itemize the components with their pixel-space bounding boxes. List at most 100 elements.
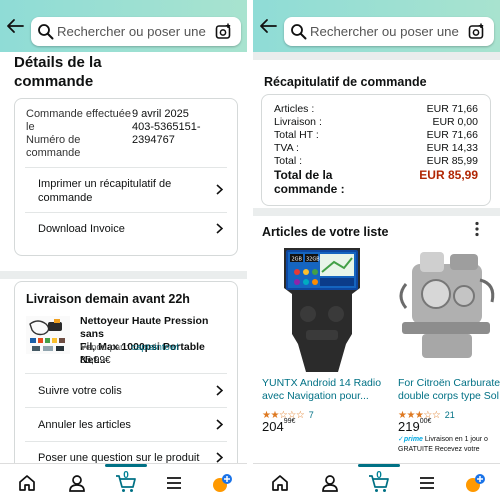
bottom-nav-bar: 0 [0, 463, 247, 500]
order-details-title-line2: commande [14, 73, 94, 90]
menu-icon [167, 477, 181, 489]
cart-count: 0 [123, 470, 129, 481]
summary-label: Total HT : [274, 129, 319, 141]
rufus-ai-icon [213, 474, 232, 492]
product-1-title[interactable]: YUNTX Android 14 Radio avec Navigation p… [262, 377, 382, 403]
product-2-price-whole: 219 [398, 419, 420, 434]
summary-row-shipping: Livraison : EUR 0,00 [274, 116, 478, 129]
summary-row-subtotal-ht: Total HT : EUR 71,66 [274, 129, 478, 142]
delivery-card: Livraison demain avant 22h Nettoyeur Hau… [14, 281, 238, 471]
product-title-line1: Nettoyeur Haute Pression sans [80, 315, 209, 340]
product-1-review-count[interactable]: 7 [309, 410, 314, 420]
product-1-title-line2: avec Navigation pour... [262, 390, 369, 402]
summary-value: EUR 0,00 [432, 116, 478, 128]
back-arrow-icon[interactable] [6, 18, 24, 34]
wishlist-title: Articles de votre liste [262, 225, 389, 239]
product-2-review-count[interactable]: 21 [445, 410, 455, 420]
search-icon [291, 24, 307, 40]
more-options-icon[interactable] [474, 221, 480, 237]
bottom-nav-bar: 0 [253, 463, 500, 500]
product-2-delivery-line2: GRATUITE Recevez votre [398, 446, 480, 453]
summary-label: TVA : [274, 142, 299, 154]
car-radio-product-image[interactable]: 2GB 32GB [278, 244, 366, 372]
cancel-items-button[interactable]: Annuler les articles [15, 408, 237, 441]
product-1-price-cents: 99€ [283, 418, 296, 425]
order-details-card: Commande effectuée le Numéro de commande… [14, 98, 238, 256]
delivery-title: Livraison demain avant 22h [26, 292, 190, 306]
order-summary-title: Récapitulatif de commande [264, 75, 427, 89]
nav-home[interactable] [269, 472, 291, 494]
order-details-title-line1: Détails de la [14, 54, 102, 71]
nav-rufus[interactable] [211, 472, 233, 494]
user-icon [322, 475, 338, 492]
nav-account[interactable] [319, 472, 341, 494]
search-bar[interactable]: Rechercher ou poser une... [31, 17, 241, 46]
product-2-price-cents: 00€ [419, 418, 432, 425]
active-tab-indicator [105, 464, 147, 467]
summary-value: EUR 71,66 [426, 103, 478, 115]
nav-menu[interactable] [163, 472, 185, 494]
product-1-price: 20499€ [262, 418, 295, 436]
product-2-delivery-line1: Livraison en 1 jour o [424, 436, 488, 443]
camera-search-icon[interactable] [468, 23, 485, 40]
seller-link[interactable]: captaintowl [131, 342, 179, 353]
chevron-right-icon [216, 452, 223, 463]
top-bar: Rechercher ou poser une... [253, 0, 500, 52]
track-package-button[interactable]: Suivre votre colis [15, 374, 237, 407]
summary-value: EUR 14,33 [426, 142, 478, 154]
print-summary-label-line1: Imprimer un récapitulatif de [38, 178, 172, 190]
sold-by: Vendu par : captaintowl [80, 342, 179, 353]
back-arrow-icon[interactable] [259, 18, 277, 34]
search-bar[interactable]: Rechercher ou poser une... [284, 17, 494, 46]
screen-label-storage: 32GB [306, 257, 320, 263]
camera-search-icon[interactable] [215, 23, 232, 40]
chevron-right-icon [216, 419, 223, 430]
order-summary-section: Récapitulatif de commande Articles : EUR… [253, 60, 500, 208]
download-invoice-button[interactable]: Download Invoice [15, 213, 237, 255]
active-tab-indicator [358, 464, 400, 467]
order-number-line2: 2394767 [132, 134, 175, 146]
order-number-line1: 403-5365151- [132, 121, 201, 133]
print-summary-button[interactable]: Imprimer un récapitulatif de commande [15, 168, 237, 212]
section-divider [253, 208, 500, 216]
screen-label-ram: 2GB [292, 257, 303, 263]
product-1-title-line1: YUNTX Android 14 Radio [262, 377, 382, 389]
search-placeholder: Rechercher ou poser une... [310, 24, 460, 39]
cart-count: 0 [376, 470, 382, 481]
nav-cart[interactable]: 0 [358, 464, 400, 494]
summary-row-total: Total : EUR 85,99 [274, 155, 478, 168]
product-2-title-line1: For Citroën Carburate [398, 377, 500, 389]
product-price: 85,99€ [80, 355, 111, 366]
wishlist-section: Articles de votre liste 2GB 32GB YUNTX A… [253, 216, 500, 463]
print-summary-label-line2: commande [38, 192, 93, 204]
menu-icon [420, 477, 434, 489]
nav-rufus[interactable] [464, 472, 486, 494]
summary-row-items: Articles : EUR 71,66 [274, 103, 478, 116]
summary-value: EUR 85,99 [426, 155, 478, 167]
section-divider [253, 52, 500, 60]
pressure-washer-product-image[interactable] [26, 316, 70, 354]
search-placeholder: Rechercher ou poser une... [57, 24, 207, 39]
user-icon [69, 475, 85, 492]
summary-label: Livraison : [274, 116, 322, 128]
summary-row-vat: TVA : EUR 14,33 [274, 142, 478, 155]
order-number-label-line2: commande [26, 147, 81, 159]
section-divider [0, 271, 247, 279]
order-number-label-line1: Numéro de [26, 134, 81, 146]
sold-by-label: Vendu par : [80, 342, 129, 353]
order-summary-card: Articles : EUR 71,66 Livraison : EUR 0,0… [261, 94, 491, 206]
nav-menu[interactable] [416, 472, 438, 494]
product-2-price: 21900€ [398, 418, 431, 436]
ordered-label-line1: Commande effectuée [26, 108, 131, 120]
product-2-title[interactable]: For Citroën Carburate double corps type … [398, 377, 500, 403]
left-screen: Rechercher ou poser une... Détails de la… [0, 0, 247, 500]
chevron-right-icon [216, 223, 223, 234]
carburetor-product-image[interactable] [392, 244, 500, 372]
grand-total-label: Total de la commande : [274, 168, 345, 196]
product-2-delivery: ✓prime Livraison en 1 jour o GRATUITE Re… [398, 435, 500, 455]
nav-home[interactable] [16, 472, 38, 494]
product-1-price-whole: 204 [262, 419, 284, 434]
nav-account[interactable] [66, 472, 88, 494]
search-icon [38, 24, 54, 40]
nav-cart[interactable]: 0 [105, 464, 147, 494]
